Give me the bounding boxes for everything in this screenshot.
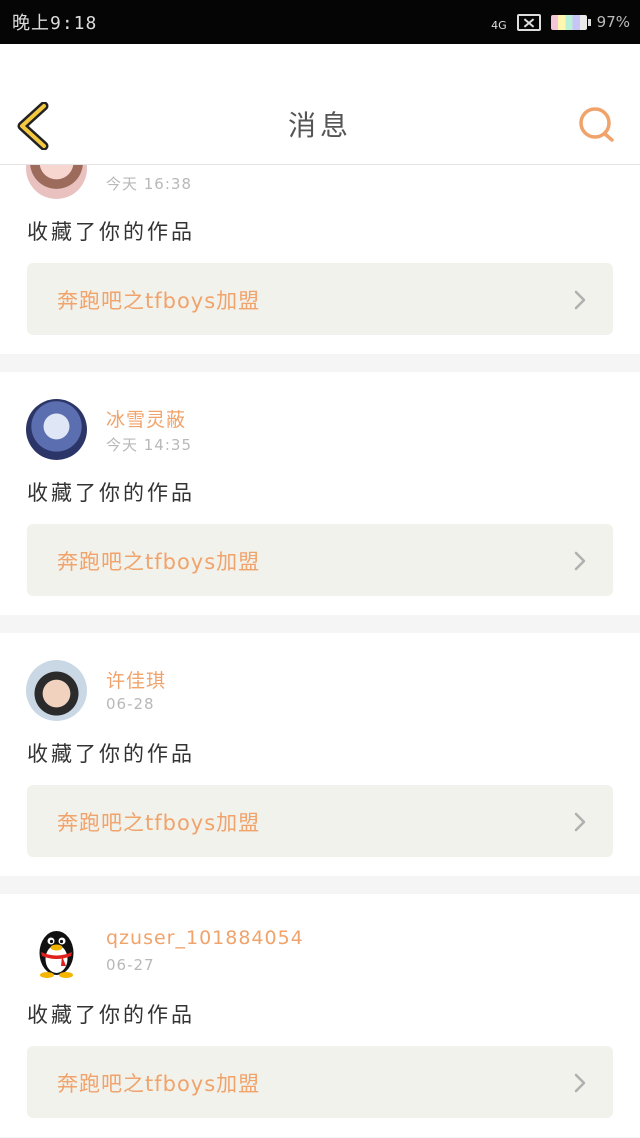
action-text: 收藏了你的作品 xyxy=(27,1003,195,1027)
username[interactable]: qzuser_101884054 xyxy=(106,927,304,949)
work-title: 奔跑吧之tfboys加盟 xyxy=(57,289,261,313)
chevron-right-icon xyxy=(574,290,586,310)
action-text: 收藏了你的作品 xyxy=(27,742,195,766)
work-link[interactable]: 奔跑吧之tfboys加盟 xyxy=(27,263,613,335)
action-text: 收藏了你的作品 xyxy=(27,481,195,505)
chevron-right-icon xyxy=(574,1073,586,1093)
avatar[interactable] xyxy=(26,399,87,460)
nav-header: 消息 xyxy=(0,44,640,165)
notification-card: 今天 16:38 收藏了你的作品 奔跑吧之tfboys加盟 xyxy=(0,165,640,354)
battery-icon xyxy=(550,14,591,30)
username[interactable]: 冰雪灵蔽 xyxy=(106,405,186,432)
status-time: 晚上9:18 xyxy=(12,13,98,34)
notification-card: qzuser_101884054 06-27 收藏了你的作品 奔跑吧之tfboy… xyxy=(0,894,640,1137)
search-icon xyxy=(579,107,614,142)
search-button[interactable] xyxy=(578,106,616,144)
avatar[interactable] xyxy=(26,921,87,982)
qq-penguin-icon xyxy=(39,931,74,978)
work-link[interactable]: 奔跑吧之tfboys加盟 xyxy=(27,1046,613,1118)
notification-card: 许佳琪 06-28 收藏了你的作品 奔跑吧之tfboys加盟 xyxy=(0,633,640,876)
battery-percent: 97% xyxy=(596,13,630,31)
chevron-right-icon xyxy=(574,812,586,832)
work-title: 奔跑吧之tfboys加盟 xyxy=(57,1072,261,1096)
no-sim-icon xyxy=(516,13,541,31)
avatar[interactable] xyxy=(26,165,87,199)
timestamp: 今天 14:35 xyxy=(106,436,192,454)
work-title: 奔跑吧之tfboys加盟 xyxy=(57,811,261,835)
avatar[interactable] xyxy=(26,660,87,721)
notification-card: 冰雪灵蔽 今天 14:35 收藏了你的作品 奔跑吧之tfboys加盟 xyxy=(0,372,640,615)
timestamp: 06-28 xyxy=(106,695,155,713)
action-text: 收藏了你的作品 xyxy=(27,220,195,244)
timestamp: 06-27 xyxy=(106,956,155,974)
chevron-right-icon xyxy=(574,551,586,571)
status-icons: 4G 97% xyxy=(491,13,630,32)
username[interactable]: 许佳琪 xyxy=(106,666,166,693)
network-icon: 4G xyxy=(491,18,507,32)
work-link[interactable]: 奔跑吧之tfboys加盟 xyxy=(27,785,613,857)
work-link[interactable]: 奔跑吧之tfboys加盟 xyxy=(27,524,613,596)
work-title: 奔跑吧之tfboys加盟 xyxy=(57,550,261,574)
timestamp: 今天 16:38 xyxy=(106,175,192,193)
status-bar: 晚上9:18 4G 97% xyxy=(0,0,640,44)
notification-list[interactable]: 今天 16:38 收藏了你的作品 奔跑吧之tfboys加盟 冰雪灵蔽 今天 14… xyxy=(0,165,640,1138)
page-title: 消息 xyxy=(287,109,352,142)
